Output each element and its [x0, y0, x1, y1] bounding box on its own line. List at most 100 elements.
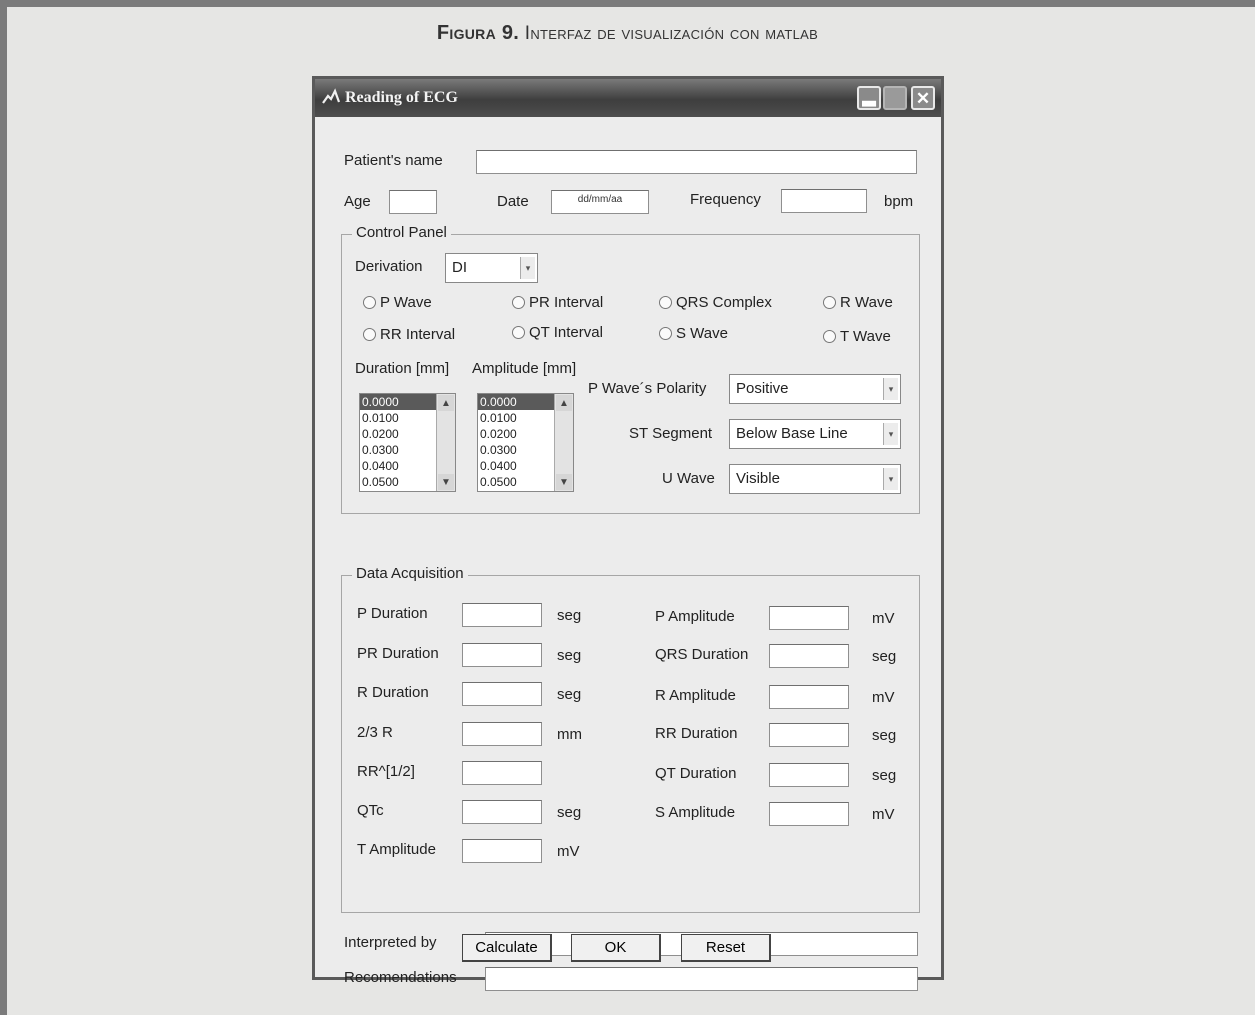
ecg-window: Reading of ECG ▂ ✕ Patient's name Age Da… [312, 76, 944, 991]
data-field-label: QT Duration [655, 765, 737, 782]
data-field-input[interactable] [462, 722, 542, 746]
derivation-label: Derivation [355, 258, 423, 275]
radio-qrs-complex[interactable]: QRS Complex [659, 294, 772, 311]
window-title: Reading of ECG [345, 89, 458, 106]
reset-button[interactable]: Reset [681, 934, 771, 962]
scrollbar[interactable]: ▲ ▼ [436, 394, 455, 491]
ok-button[interactable]: OK [571, 934, 661, 962]
data-field-input[interactable] [462, 800, 542, 824]
data-field-input[interactable] [462, 643, 542, 667]
st-segment-select[interactable]: Below Base Line ▾ [729, 419, 901, 449]
data-field-input[interactable] [462, 839, 542, 863]
age-label: Age [344, 193, 371, 210]
interpreted-by-label: Interpreted by [344, 934, 437, 951]
u-wave-value: Visible [736, 470, 780, 487]
title-bar[interactable]: Reading of ECG ▂ ✕ [315, 79, 941, 117]
patient-name-input[interactable] [476, 150, 917, 174]
radio-circle-icon [512, 296, 525, 309]
minimize-icon: ▂ [862, 87, 876, 106]
amplitude-label: Amplitude [mm] [472, 360, 577, 377]
radio-circle-icon [363, 328, 376, 341]
radio-label: S Wave [676, 325, 728, 342]
close-button[interactable]: ✕ [911, 86, 935, 110]
data-field-label: QRS Duration [655, 646, 749, 663]
radio-rr-interval[interactable]: RR Interval [363, 326, 455, 343]
radio-label: PR Interval [529, 294, 604, 311]
data-field-unit: seg [872, 767, 897, 784]
polarity-label: P Wave´s Polarity [588, 380, 707, 397]
data-acquisition-title: Data Acquisition [352, 565, 468, 582]
data-field-input[interactable] [769, 802, 849, 826]
radio-label: T Wave [840, 328, 891, 345]
duration-label: Duration [mm] [355, 360, 450, 377]
data-field-label: R Duration [357, 684, 429, 701]
radio-circle-icon [823, 296, 836, 309]
data-field-input[interactable] [769, 685, 849, 709]
data-field-unit: mV [872, 689, 895, 706]
dropdown-arrow-icon: ▾ [883, 423, 898, 445]
caption-label: Figura 9. [436, 22, 520, 44]
data-field-input[interactable] [769, 644, 849, 668]
maximize-button[interactable] [883, 86, 907, 110]
matlab-icon [322, 88, 341, 104]
radio-circle-icon [823, 330, 836, 343]
recommendations-label: Recomendations [344, 969, 457, 986]
radio-circle-icon [512, 326, 525, 339]
data-field-label: P Duration [357, 605, 428, 622]
radio-r-wave[interactable]: R Wave [823, 294, 893, 311]
scroll-down-icon[interactable]: ▼ [556, 474, 572, 490]
st-segment-label: ST Segment [629, 425, 713, 442]
scrollbar[interactable]: ▲ ▼ [554, 394, 573, 491]
data-field-input[interactable] [462, 761, 542, 785]
data-field-input[interactable] [462, 682, 542, 706]
u-wave-select[interactable]: Visible ▾ [729, 464, 901, 494]
data-field-label: R Amplitude [655, 687, 736, 704]
recommendations-input[interactable] [485, 967, 918, 991]
derivation-value: DI [452, 259, 467, 276]
radio-circle-icon [659, 327, 672, 340]
dropdown-arrow-icon: ▾ [520, 257, 535, 279]
minimize-button[interactable]: ▂ [857, 86, 881, 110]
age-input[interactable] [389, 190, 437, 214]
data-field-unit: mV [872, 610, 895, 627]
radio-p-wave[interactable]: P Wave [363, 294, 432, 311]
duration-listbox[interactable]: 0.0000 0.0100 0.0200 0.0300 0.0400 0.0500 ▲ ▼ [359, 393, 456, 492]
frequency-input[interactable] [781, 189, 867, 213]
data-field-label: 2/3 R [357, 724, 393, 741]
data-field-unit: mV [557, 843, 580, 860]
data-field-input[interactable] [769, 763, 849, 787]
patient-name-label: Patient's name [344, 152, 443, 169]
polarity-select[interactable]: Positive ▾ [729, 374, 901, 404]
radio-circle-icon [659, 296, 672, 309]
frequency-unit: bpm [884, 193, 914, 210]
radio-label: QT Interval [529, 324, 603, 341]
data-field-label: RR Duration [655, 725, 738, 742]
scroll-up-icon[interactable]: ▲ [556, 395, 572, 411]
scroll-down-icon[interactable]: ▼ [438, 474, 454, 490]
data-field-input[interactable] [462, 603, 542, 627]
calculate-button[interactable]: Calculate [462, 934, 552, 962]
data-field-input[interactable] [769, 606, 849, 630]
radio-t-wave[interactable]: T Wave [823, 328, 891, 345]
data-field-unit: seg [872, 727, 897, 744]
radio-qt-interval[interactable]: QT Interval [512, 324, 603, 341]
frequency-label: Frequency [690, 191, 761, 208]
radio-pr-interval[interactable]: PR Interval [512, 294, 603, 311]
amplitude-listbox[interactable]: 0.0000 0.0100 0.0200 0.0300 0.0400 0.0500 ▲ ▼ [477, 393, 574, 492]
data-field-label: P Amplitude [655, 608, 735, 625]
radio-circle-icon [363, 296, 376, 309]
dropdown-arrow-icon: ▾ [883, 378, 898, 400]
radio-label: QRS Complex [676, 294, 772, 311]
control-panel-title: Control Panel [352, 224, 451, 241]
data-field-input[interactable] [769, 723, 849, 747]
data-field-label: T Amplitude [357, 841, 436, 858]
date-input[interactable]: dd/mm/aa [551, 190, 649, 214]
data-field-unit: seg [557, 647, 582, 664]
st-segment-value: Below Base Line [736, 425, 848, 442]
scroll-up-icon[interactable]: ▲ [438, 395, 454, 411]
radio-s-wave[interactable]: S Wave [659, 325, 728, 342]
derivation-select[interactable]: DI ▾ [445, 253, 538, 283]
data-field-label: S Amplitude [655, 804, 736, 821]
radio-label: R Wave [840, 294, 893, 311]
radio-label: P Wave [380, 294, 432, 311]
